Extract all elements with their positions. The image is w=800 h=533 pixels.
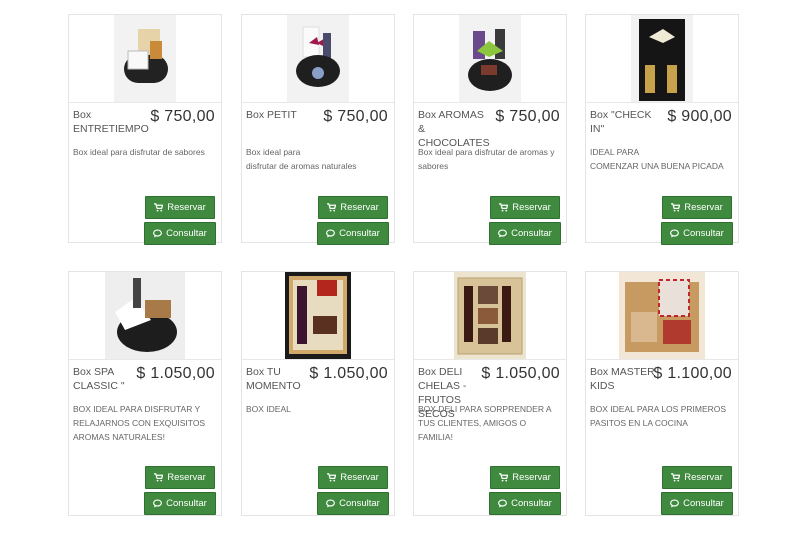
reserve-label: Reservar bbox=[512, 202, 551, 213]
product-description: Box ideal para disfrutar de aromas y sab… bbox=[418, 147, 555, 171]
product-price: $ 750,00 bbox=[323, 108, 388, 125]
reserve-label: Reservar bbox=[684, 472, 723, 483]
reserve-button[interactable]: Reservar bbox=[145, 196, 215, 219]
product-image-frame bbox=[586, 15, 738, 103]
product-image[interactable] bbox=[459, 15, 521, 102]
product-card: Box "CHECK IN" $ 900,00 IDEAL PARA COMEN… bbox=[585, 14, 739, 245]
chat-icon bbox=[153, 499, 163, 508]
product-image-frame bbox=[586, 272, 738, 360]
chat-icon bbox=[326, 229, 336, 238]
consult-button[interactable]: Consultar bbox=[661, 222, 733, 245]
product-description: IDEAL PARA COMENZAR UNA BUENA PICADA bbox=[590, 147, 724, 171]
consult-button[interactable]: Consultar bbox=[317, 492, 389, 515]
product-image[interactable] bbox=[105, 272, 185, 359]
product-card: Box SPA CLASSIC " $ 1.050,00 BOX IDEAL P… bbox=[68, 271, 222, 516]
product-price: $ 1.050,00 bbox=[136, 365, 215, 382]
chat-icon bbox=[153, 229, 163, 238]
cart-icon bbox=[327, 203, 337, 212]
product-card: Box DELI CHELAS - FRUTOS SECOS $ 1.050,0… bbox=[413, 271, 567, 516]
cart-icon bbox=[154, 473, 164, 482]
consult-label: Consultar bbox=[511, 228, 552, 239]
consult-label: Consultar bbox=[166, 228, 207, 239]
product-image[interactable] bbox=[114, 15, 176, 102]
reserve-label: Reservar bbox=[684, 202, 723, 213]
reserve-label: Reservar bbox=[512, 472, 551, 483]
product-card: Box MASTER KIDS $ 1.100,00 BOX IDEAL PAR… bbox=[585, 271, 739, 516]
product-name[interactable]: Box "CHECK IN" bbox=[590, 108, 664, 136]
reserve-button[interactable]: Reservar bbox=[318, 196, 388, 219]
chat-icon bbox=[498, 499, 508, 508]
product-price: $ 900,00 bbox=[667, 108, 732, 125]
product-card: Box AROMAS & CHOCOLATES $ 750,00 Box ide… bbox=[413, 14, 567, 245]
product-price: $ 1.050,00 bbox=[481, 365, 560, 382]
product-image[interactable] bbox=[454, 272, 526, 359]
product-name[interactable]: Box PETIT bbox=[246, 108, 320, 122]
chat-icon bbox=[498, 229, 508, 238]
consult-button[interactable]: Consultar bbox=[144, 492, 216, 515]
product-image-frame bbox=[414, 15, 566, 103]
product-name[interactable]: Box ENTRETIEMPO bbox=[73, 108, 149, 136]
reserve-label: Reservar bbox=[167, 472, 206, 483]
product-description: BOX DELI PARA SORPRENDER A TUS CLIENTES,… bbox=[418, 404, 552, 442]
consult-label: Consultar bbox=[683, 498, 724, 509]
consult-label: Consultar bbox=[511, 498, 552, 509]
product-image-frame bbox=[242, 272, 394, 360]
product-image-frame bbox=[69, 15, 221, 103]
cart-icon bbox=[671, 473, 681, 482]
product-description: BOX IDEAL PARA LOS PRIMEROS PASITOS EN L… bbox=[590, 404, 727, 428]
product-image[interactable] bbox=[287, 15, 349, 102]
reserve-label: Reservar bbox=[167, 202, 206, 213]
consult-button[interactable]: Consultar bbox=[144, 222, 216, 245]
reserve-button[interactable]: Reservar bbox=[662, 196, 732, 219]
reserve-label: Reservar bbox=[340, 202, 379, 213]
product-description: BOX IDEAL PARA DISFRUTAR Y RELAJARNOS CO… bbox=[73, 404, 206, 442]
product-name[interactable]: Box AROMAS & CHOCOLATES bbox=[418, 108, 492, 150]
product-price: $ 750,00 bbox=[150, 108, 215, 125]
product-card: Box TU MOMENTO $ 1.050,00 BOX IDEAL Rese… bbox=[241, 271, 395, 516]
consult-button[interactable]: Consultar bbox=[489, 492, 561, 515]
reserve-button[interactable]: Reservar bbox=[490, 466, 560, 489]
consult-button[interactable]: Consultar bbox=[489, 222, 561, 245]
product-description: BOX IDEAL bbox=[246, 404, 291, 414]
product-price: $ 750,00 bbox=[495, 108, 560, 125]
reserve-button[interactable]: Reservar bbox=[490, 196, 560, 219]
product-price: $ 1.100,00 bbox=[653, 365, 732, 382]
consult-label: Consultar bbox=[166, 498, 207, 509]
product-image[interactable] bbox=[619, 272, 705, 359]
product-price: $ 1.050,00 bbox=[309, 365, 388, 382]
product-description: Box ideal para disfrutar de sabores bbox=[73, 147, 205, 157]
product-image-frame bbox=[242, 15, 394, 103]
consult-label: Consultar bbox=[339, 498, 380, 509]
chat-icon bbox=[670, 229, 680, 238]
reserve-button[interactable]: Reservar bbox=[662, 466, 732, 489]
cart-icon bbox=[154, 203, 164, 212]
cart-icon bbox=[499, 203, 509, 212]
product-image-frame bbox=[69, 272, 221, 360]
cart-icon bbox=[671, 203, 681, 212]
product-image[interactable] bbox=[631, 15, 693, 102]
product-card: Box PETIT $ 750,00 Box ideal para disfru… bbox=[241, 14, 395, 245]
reserve-button[interactable]: Reservar bbox=[318, 466, 388, 489]
cart-icon bbox=[327, 473, 337, 482]
consult-button[interactable]: Consultar bbox=[317, 222, 389, 245]
reserve-label: Reservar bbox=[340, 472, 379, 483]
product-grid: Box ENTRETIEMPO $ 750,00 Box ideal para … bbox=[0, 0, 800, 533]
product-card: Box ENTRETIEMPO $ 750,00 Box ideal para … bbox=[68, 14, 222, 245]
consult-button[interactable]: Consultar bbox=[661, 492, 733, 515]
product-description: Box ideal para disfrutar de aromas natur… bbox=[246, 147, 357, 171]
product-image-frame bbox=[414, 272, 566, 360]
cart-icon bbox=[499, 473, 509, 482]
consult-label: Consultar bbox=[683, 228, 724, 239]
reserve-button[interactable]: Reservar bbox=[145, 466, 215, 489]
chat-icon bbox=[326, 499, 336, 508]
product-image[interactable] bbox=[285, 272, 351, 359]
consult-label: Consultar bbox=[339, 228, 380, 239]
chat-icon bbox=[670, 499, 680, 508]
